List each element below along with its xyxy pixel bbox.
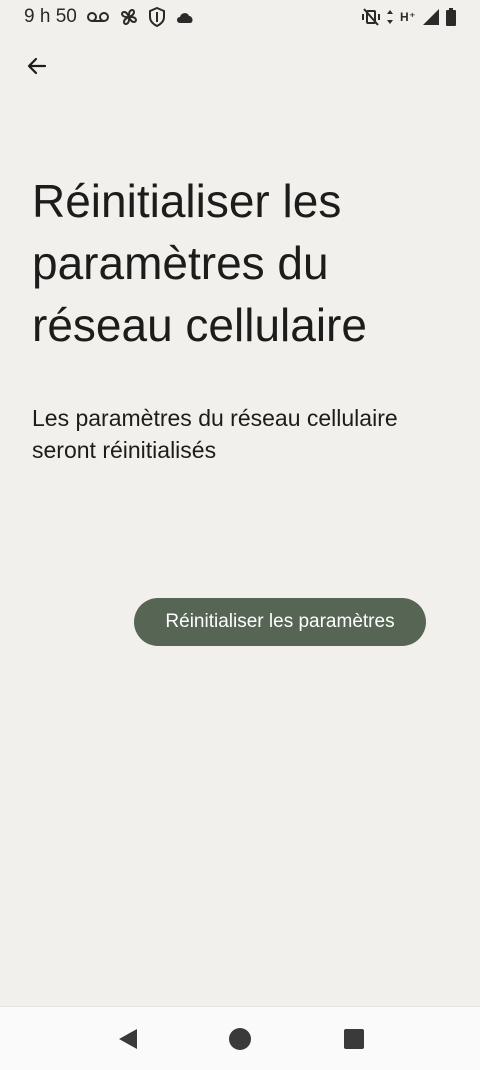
reset-settings-button[interactable]: Réinitialiser les paramètres <box>134 598 426 646</box>
back-triangle-icon[interactable] <box>116 1027 140 1051</box>
page-title: Réinitialiser les paramètres du réseau c… <box>32 175 367 351</box>
data-arrows-icon <box>386 9 394 25</box>
status-right: H⁺ <box>362 8 456 26</box>
status-bar: 9 h 50 H⁺ <box>0 0 480 34</box>
arrow-left-icon <box>25 54 49 83</box>
status-time: 9 h 50 <box>24 6 77 27</box>
signal-icon <box>422 8 440 26</box>
recents-square-icon[interactable] <box>342 1027 366 1051</box>
vibrate-off-icon <box>362 8 380 26</box>
navigation-bar <box>0 1006 480 1070</box>
voicemail-icon <box>86 11 109 23</box>
status-left: 9 h 50 <box>24 6 195 28</box>
fan-icon <box>119 7 139 27</box>
network-type-label: H⁺ <box>400 10 416 24</box>
home-circle-icon[interactable] <box>228 1027 252 1051</box>
description-text: Les paramètres du réseau cellulaire sero… <box>32 405 398 463</box>
shield-icon <box>148 7 165 27</box>
cloud-icon <box>175 10 195 24</box>
back-button[interactable] <box>17 48 57 88</box>
battery-icon <box>446 8 456 26</box>
